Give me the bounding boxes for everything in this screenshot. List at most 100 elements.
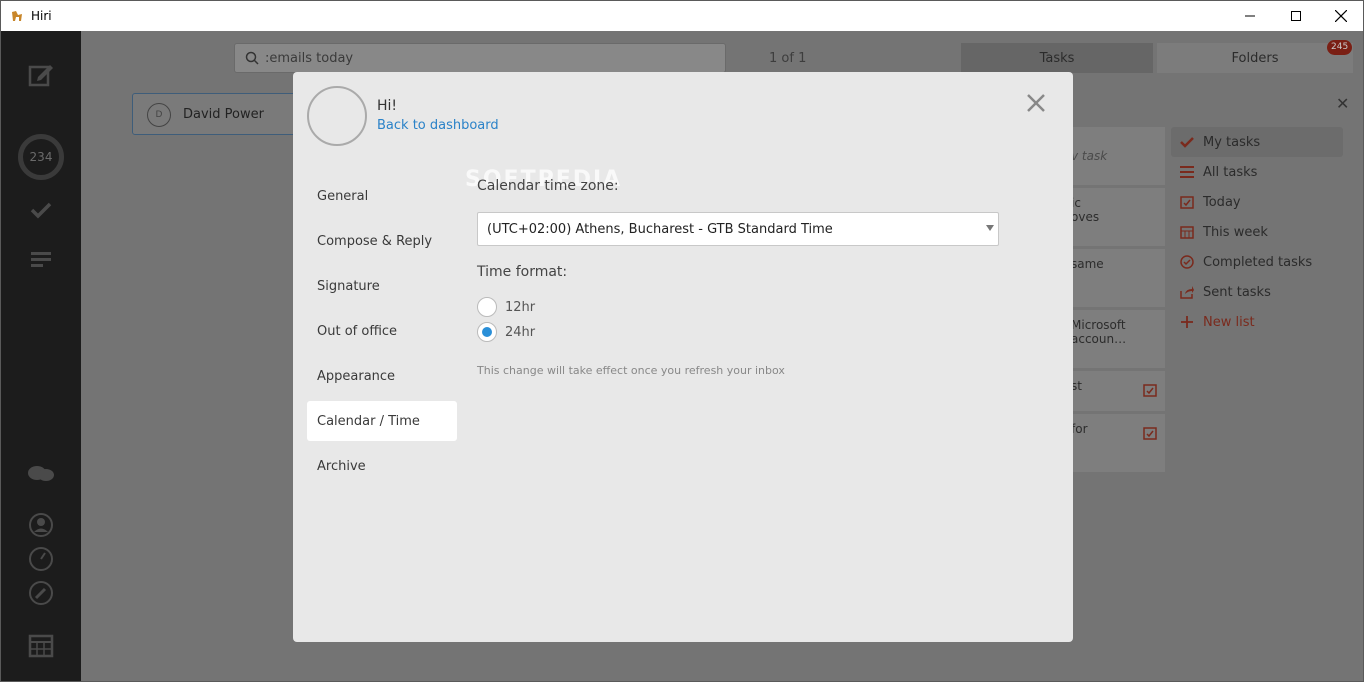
feedback-rail-button[interactable] — [27, 461, 55, 489]
new-list-button[interactable]: New list — [1171, 307, 1343, 337]
calendar-check-icon — [1180, 196, 1194, 209]
radio-label: 12hr — [505, 299, 536, 315]
radio-button[interactable] — [477, 322, 497, 342]
sidebar-item-label: Completed tasks — [1203, 254, 1313, 270]
calendar-check-icon — [1143, 427, 1157, 440]
new-list-label: New list — [1203, 314, 1255, 330]
calendar-icon — [28, 634, 54, 658]
unread-count-ring[interactable]: 234 — [18, 134, 64, 180]
compose-icon — [28, 65, 53, 87]
settings-nav: General Compose & Reply Signature Out of… — [307, 176, 457, 491]
user-avatar[interactable] — [307, 86, 367, 146]
timezone-value: (UTC+02:00) Athens, Bucharest - GTB Stan… — [487, 222, 833, 237]
plus-icon — [1181, 316, 1193, 328]
task-text: v task — [1071, 149, 1108, 163]
radio-button[interactable] — [477, 297, 497, 317]
wrench-icon — [29, 581, 53, 605]
close-window-button[interactable] — [1318, 1, 1364, 31]
sidebar-item-this-week[interactable]: This week — [1171, 217, 1343, 247]
close-icon — [1335, 10, 1347, 22]
gauge-icon — [29, 547, 53, 571]
nav-appearance[interactable]: Appearance — [307, 356, 457, 396]
timezone-label: Calendar time zone: — [477, 178, 619, 194]
settings-rail-button[interactable] — [27, 579, 55, 607]
check-icon — [1180, 137, 1194, 148]
calendar-rail-button[interactable] — [27, 631, 55, 659]
back-to-dashboard-link[interactable]: Back to dashboard — [377, 118, 499, 133]
profile-rail-button[interactable] — [27, 511, 55, 539]
search-input[interactable]: :emails today — [234, 43, 726, 73]
calendar-grid-icon — [1180, 226, 1194, 239]
nav-general[interactable]: General — [307, 176, 457, 216]
time-format-24hr-radio[interactable]: 24hr — [477, 322, 535, 342]
hiri-logo-icon — [12, 11, 22, 21]
folders-count-badge: 245 — [1327, 40, 1353, 55]
search-value: :emails today — [265, 51, 354, 66]
chevron-down-icon — [986, 225, 994, 231]
refresh-note: This change will take effect once you re… — [477, 364, 785, 377]
close-dialog-button[interactable] — [1025, 92, 1047, 114]
check-circle-icon — [1180, 255, 1194, 269]
sidebar-item-today[interactable]: Today — [1171, 187, 1343, 217]
radio-selected-dot — [482, 327, 492, 337]
lines-icon — [31, 252, 51, 267]
contact-name: David Power — [183, 107, 264, 122]
window-title: Hiri — [31, 9, 52, 23]
radio-label: 24hr — [505, 324, 536, 340]
task-card[interactable]: for — [1067, 414, 1165, 472]
task-lists-sidebar: My tasks All tasks Today This week Compl… — [1171, 127, 1343, 337]
list-icon — [1180, 166, 1194, 178]
time-format-label: Time format: — [477, 264, 568, 280]
check-icon — [30, 202, 52, 219]
task-card[interactable]: v task — [1067, 127, 1165, 185]
task-text: ic oves — [1071, 196, 1100, 224]
task-text: same — [1071, 257, 1104, 271]
tab-tasks[interactable]: Tasks — [961, 43, 1153, 73]
timezone-select[interactable]: (UTC+02:00) Athens, Bucharest - GTB Stan… — [477, 212, 999, 246]
app-window: Hiri 234:emails today 1 of 1 Tasks Fold… — [0, 0, 1364, 682]
compose-button[interactable] — [27, 61, 55, 89]
search-icon — [245, 51, 259, 65]
maximize-button[interactable] — [1273, 1, 1319, 31]
tasks-rail-button[interactable] — [27, 196, 55, 224]
sidebar-item-label: All tasks — [1203, 164, 1258, 180]
sidebar-item-label: This week — [1203, 224, 1268, 240]
time-format-12hr-radio[interactable]: 12hr — [477, 297, 535, 317]
minimize-icon — [1245, 15, 1255, 17]
sidebar-item-all-tasks[interactable]: All tasks — [1171, 157, 1343, 187]
tab-folders[interactable]: Folders — [1157, 43, 1353, 73]
task-text: for — [1071, 422, 1088, 436]
sidebar-item-label: My tasks — [1203, 134, 1261, 150]
task-card[interactable]: st — [1067, 371, 1165, 411]
share-icon — [1180, 286, 1194, 299]
task-card[interactable]: ic oves — [1067, 188, 1165, 246]
sidebar-item-label: Sent tasks — [1203, 284, 1271, 300]
task-card[interactable]: Microsoft accoun… — [1067, 310, 1165, 368]
nav-out-of-office[interactable]: Out of office — [307, 311, 457, 351]
minimize-button[interactable] — [1227, 1, 1273, 31]
nav-signature[interactable]: Signature — [307, 266, 457, 306]
task-list: v task ic oves same Microsoft accoun… st… — [1067, 127, 1165, 475]
title-bar: Hiri — [1, 1, 1363, 31]
left-rail: 234 — [1, 31, 81, 681]
settings-dialog: Hi! Back to dashboard General Compose & … — [293, 72, 1073, 642]
sidebar-item-my-tasks[interactable]: My tasks — [1171, 127, 1343, 157]
maximize-icon — [1291, 11, 1301, 21]
nav-calendar-time[interactable]: Calendar / Time — [307, 401, 457, 441]
sidebar-item-label: Today — [1203, 194, 1241, 210]
dashboard-rail-button[interactable] — [27, 245, 55, 273]
avatar: D — [147, 103, 171, 127]
greeting: Hi! — [377, 98, 398, 114]
stats-rail-button[interactable] — [27, 545, 55, 573]
sidebar-item-sent-tasks[interactable]: Sent tasks — [1171, 277, 1343, 307]
pager: 1 of 1 — [769, 51, 807, 66]
chat-icon — [28, 466, 54, 481]
calendar-check-icon — [1143, 384, 1157, 397]
sidebar-item-completed-tasks[interactable]: Completed tasks — [1171, 247, 1343, 277]
nav-compose-reply[interactable]: Compose & Reply — [307, 221, 457, 261]
nav-archive[interactable]: Archive — [307, 446, 457, 486]
user-icon — [29, 513, 53, 537]
task-text: Microsoft accoun… — [1071, 318, 1127, 346]
task-card[interactable]: same — [1067, 249, 1165, 307]
close-panel-button[interactable]: ✕ — [1336, 94, 1349, 113]
